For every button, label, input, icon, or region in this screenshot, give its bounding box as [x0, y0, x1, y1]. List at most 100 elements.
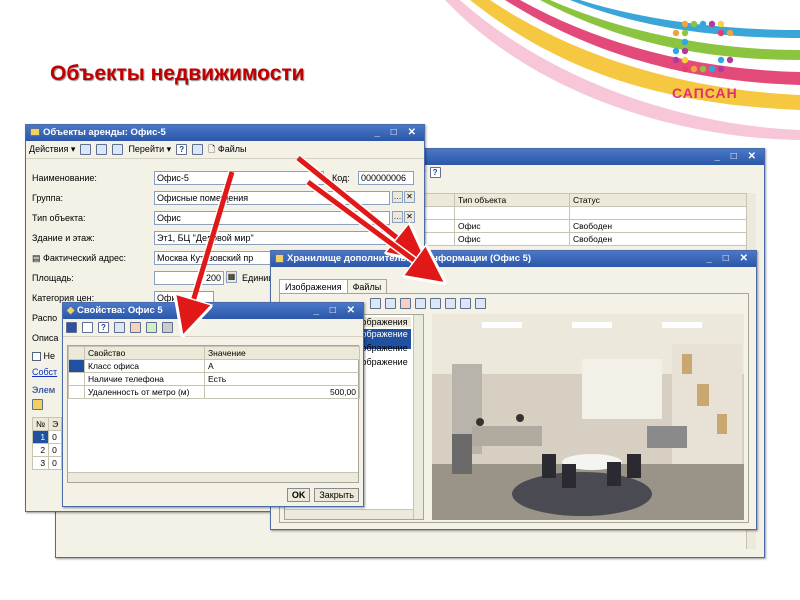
col-value[interactable]: Значение — [204, 346, 360, 360]
location-label: Распо — [32, 313, 58, 323]
move-row-icon[interactable] — [146, 322, 157, 333]
objects-table: Тип объекта Статус ля ОфисСвободен ОфисС… — [396, 193, 748, 246]
dialog-buttons: OK Закрыть — [286, 488, 359, 502]
ok-button[interactable]: OK — [286, 488, 311, 502]
window-controls[interactable]: _ □ ✕ — [706, 251, 752, 267]
logo-dot — [681, 47, 689, 55]
code-label: Код: — [332, 173, 350, 183]
slide-title: Объекты недвижимости — [50, 62, 305, 85]
storage-title: Хранилище дополнительной информации (Офи… — [287, 253, 532, 264]
window-icon — [30, 128, 40, 137]
group-label: Группа: — [32, 193, 64, 203]
horizontal-scrollbar[interactable] — [68, 472, 358, 482]
code-field[interactable]: 000000006 — [358, 171, 414, 185]
calculator-icon[interactable]: ▦ — [226, 271, 237, 283]
props-table: Свойство Значение Класс офиса А Наличие те… — [68, 346, 360, 399]
logo-dot — [672, 29, 680, 37]
horizontal-scrollbar[interactable] — [285, 509, 413, 519]
move-icon[interactable] — [445, 298, 456, 309]
logo-dot — [681, 65, 689, 73]
table-row[interactable]: Офис Свободен — [396, 219, 748, 233]
checkbox[interactable] — [32, 352, 41, 362]
copy-icon[interactable] — [430, 298, 441, 309]
logo-dot — [717, 29, 725, 37]
area-label: Площадь: — [32, 273, 74, 283]
logo-dot — [681, 20, 689, 28]
area-field[interactable]: 200 — [154, 271, 224, 285]
delete-row-icon[interactable] — [130, 322, 141, 333]
col-property[interactable]: Свойство — [84, 346, 205, 360]
table-row[interactable]: Удаленность от метро (м) 500,00 — [68, 385, 360, 399]
delete-icon[interactable] — [400, 298, 411, 309]
clear-icon[interactable]: ✕ — [404, 191, 415, 203]
save-icon[interactable] — [66, 322, 77, 333]
address-label: ▤ Фактический адрес: — [32, 253, 127, 263]
select-button[interactable]: … — [392, 191, 403, 203]
structure-icon[interactable] — [96, 144, 108, 155]
logo-dot — [717, 20, 725, 28]
clear-icon[interactable]: ✕ — [404, 211, 415, 223]
filter-icon[interactable] — [460, 298, 471, 309]
office-photo — [432, 314, 744, 520]
back-icon[interactable] — [80, 144, 92, 155]
window-controls[interactable]: _ □ ✕ — [313, 303, 359, 319]
logo-dot — [726, 29, 734, 37]
props-window-icon: ◆ — [67, 305, 77, 316]
table-row[interactable]: 10 — [31, 430, 63, 444]
help-icon[interactable]: ? — [176, 144, 188, 155]
rental-window-titlebar: Объекты аренды: Офис-5 _ □ ✕ — [26, 125, 424, 141]
col-type[interactable]: Тип объекта — [454, 193, 570, 207]
decorative-swoosh — [445, 0, 800, 140]
vertical-scrollbar[interactable] — [413, 315, 423, 519]
logo-dot — [708, 65, 716, 73]
add-row-icon[interactable] — [114, 322, 125, 333]
owner-link[interactable]: Собст — [32, 365, 57, 379]
logo-dot — [699, 65, 707, 73]
tab-files[interactable]: Файлы — [346, 279, 388, 294]
rental-toolbar: Действия ▾ Перейти ▾ ? 🗋 Файлы — [26, 141, 424, 159]
elements-table: № Э 10 20 30 — [31, 417, 63, 470]
select-button[interactable]: … — [392, 211, 403, 223]
elements-label: Элем — [32, 385, 56, 395]
props-toolbar: ? — [63, 319, 363, 337]
logo-dot — [681, 29, 689, 37]
add-child-icon[interactable] — [385, 298, 396, 309]
list-icon[interactable] — [192, 144, 204, 155]
help-icon[interactable]: ? — [429, 167, 441, 178]
window-controls[interactable]: _ □ ✕ — [374, 125, 420, 141]
name-label: Наименование: — [32, 173, 97, 183]
props-grid-container: Свойство Значение Класс офиса А Наличие те… — [67, 345, 360, 483]
properties-window: ◆ Свойства: Офис 5 _ □ ✕ ? Свойство Значе… — [62, 302, 364, 507]
refresh-icon[interactable] — [475, 298, 486, 309]
help-icon[interactable]: ? — [98, 322, 109, 333]
table-row[interactable]: Офис Свободен — [396, 232, 748, 246]
group-field[interactable]: Офисные помещения — [154, 191, 390, 205]
add-icon[interactable] — [32, 399, 43, 410]
add-icon[interactable] — [370, 298, 381, 309]
building-field[interactable]: Эт1, БЦ "Деловой мир" — [154, 231, 390, 245]
name-field[interactable]: Офис-5 — [154, 171, 324, 185]
window-controls[interactable]: _ □ ✕ — [714, 149, 760, 165]
logo-dot — [681, 56, 689, 64]
table-row[interactable]: Класс офиса А — [68, 359, 360, 373]
files-button[interactable]: 🗋 Файлы — [208, 142, 246, 158]
props-title: Свойства: Офис 5 — [76, 305, 163, 316]
tab-images[interactable]: Изображения — [279, 279, 348, 294]
type-field[interactable]: Офис — [154, 211, 390, 225]
table-row[interactable]: 20 — [31, 443, 63, 457]
col-status[interactable]: Статус — [569, 193, 748, 207]
type-label: Тип объекта: — [32, 213, 86, 223]
edit-icon[interactable] — [415, 298, 426, 309]
storage-titlebar: Хранилище дополнительной информации (Офи… — [271, 251, 756, 267]
document-icon[interactable] — [82, 322, 93, 333]
table-row[interactable]: 30 — [31, 456, 63, 470]
close-button[interactable]: Закрыть — [314, 488, 359, 502]
table-row[interactable]: Наличие телефона Есть — [68, 372, 360, 386]
settings-icon[interactable] — [162, 322, 173, 333]
rental-window-title: Объекты аренды: Офис-5 — [43, 127, 166, 138]
logo-dot — [726, 56, 734, 64]
refresh-icon[interactable] — [112, 144, 124, 155]
goto-menu[interactable]: Перейти ▾ — [128, 144, 171, 155]
table-row[interactable]: ля — [396, 206, 748, 220]
actions-menu[interactable]: Действия ▾ — [29, 144, 75, 155]
